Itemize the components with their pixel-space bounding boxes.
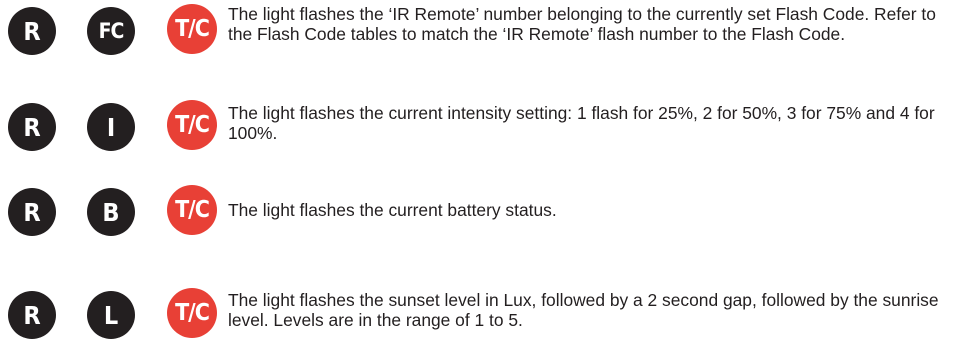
instruction-description: The light flashes the current battery st… <box>228 200 557 220</box>
instruction-row-intensity: R I T/C The light flashes the current in… <box>0 100 963 160</box>
tc-button-icon: T/C <box>167 4 217 54</box>
tc-button-icon: T/C <box>167 288 217 338</box>
intensity-button-icon: I <box>87 103 135 151</box>
remote-button-icon: R <box>8 291 56 339</box>
remote-button-icon: R <box>8 7 56 55</box>
instruction-row-lux-level: R L T/C The light flashes the sunset lev… <box>0 272 963 339</box>
battery-button-icon: B <box>87 188 135 236</box>
instruction-row-flash-code: R FC T/C The light flashes the ‘IR Remot… <box>0 4 963 64</box>
flash-code-button-icon: FC <box>87 7 135 55</box>
instruction-description: The light flashes the sunset level in Lu… <box>228 290 939 330</box>
instruction-description: The light flashes the current intensity … <box>228 103 935 143</box>
instruction-row-battery: R B T/C The light flashes the current ba… <box>0 185 963 245</box>
tc-button-icon: T/C <box>167 100 217 150</box>
remote-button-icon: R <box>8 188 56 236</box>
remote-button-icon: R <box>8 103 56 151</box>
lux-level-button-icon: L <box>87 291 135 339</box>
tc-button-icon: T/C <box>167 185 217 235</box>
instruction-description: The light flashes the ‘IR Remote’ number… <box>228 4 936 44</box>
